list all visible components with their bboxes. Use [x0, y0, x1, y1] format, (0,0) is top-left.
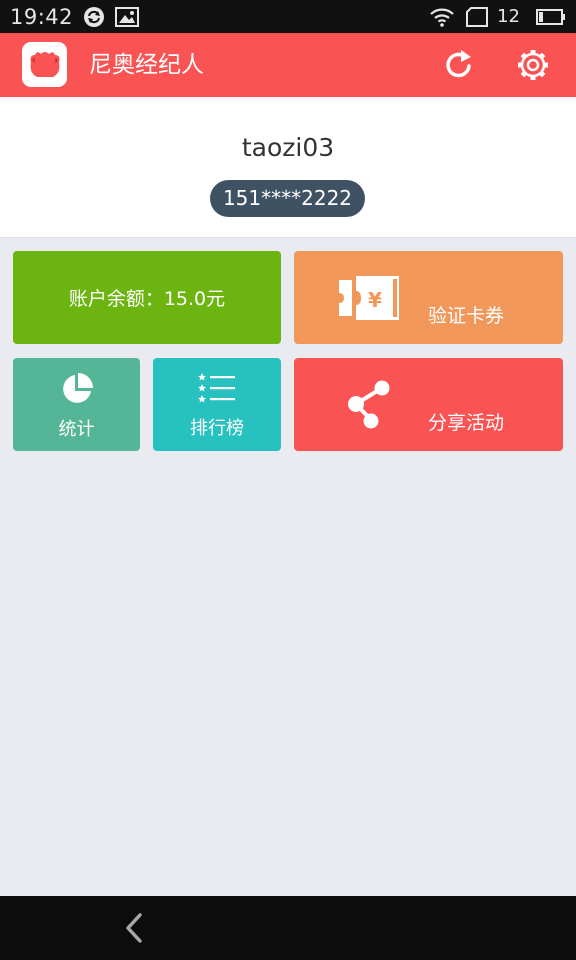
- ranked-list-icon: [198, 373, 235, 403]
- profile-header: taozi03 151****2222: [0, 97, 576, 238]
- balance-tile[interactable]: 账户余额：15.0元: [13, 251, 281, 344]
- image-icon: [115, 6, 140, 27]
- battery-level: 12: [497, 6, 520, 27]
- pie-chart-icon: [63, 373, 93, 403]
- status-time: 19:42: [10, 4, 74, 29]
- app-bar: 尼奥经纪人: [0, 33, 576, 97]
- settings-button[interactable]: [515, 47, 551, 83]
- username: taozi03: [241, 133, 335, 162]
- gear-icon: [518, 50, 548, 80]
- balance-label: 账户余额：15.0元: [68, 288, 226, 310]
- ticket-yen-icon: ¥: [339, 276, 399, 320]
- status-right: 12: [419, 6, 566, 27]
- sync-icon: [83, 6, 105, 28]
- refresh-button[interactable]: [441, 47, 477, 83]
- share-activity-label: 分享活动: [428, 412, 505, 434]
- stats-label: 统计: [58, 419, 95, 440]
- app-logo-icon: [22, 42, 67, 87]
- verify-coupon-tile[interactable]: ¥ 验证卡券: [294, 251, 563, 344]
- wifi-icon: [429, 7, 455, 27]
- app-title: 尼奥经纪人: [89, 52, 204, 78]
- back-button[interactable]: [118, 910, 154, 946]
- svg-text:¥: ¥: [368, 288, 382, 312]
- phone-badge: 151****2222: [210, 180, 365, 217]
- back-icon: [126, 913, 142, 943]
- status-bar: 19:42 12: [0, 0, 576, 33]
- stats-tile[interactable]: 统计: [13, 358, 140, 451]
- refresh-icon: [446, 50, 471, 78]
- battery-icon: [536, 8, 566, 26]
- sim-icon: [465, 6, 489, 27]
- verify-coupon-label: 验证卡券: [428, 305, 505, 327]
- system-nav-bar: [0, 896, 576, 960]
- share-activity-tile[interactable]: 分享活动: [294, 358, 563, 451]
- ranking-label: 排行榜: [190, 418, 244, 439]
- share-icon: [348, 380, 390, 429]
- ranking-tile[interactable]: 排行榜: [153, 358, 281, 451]
